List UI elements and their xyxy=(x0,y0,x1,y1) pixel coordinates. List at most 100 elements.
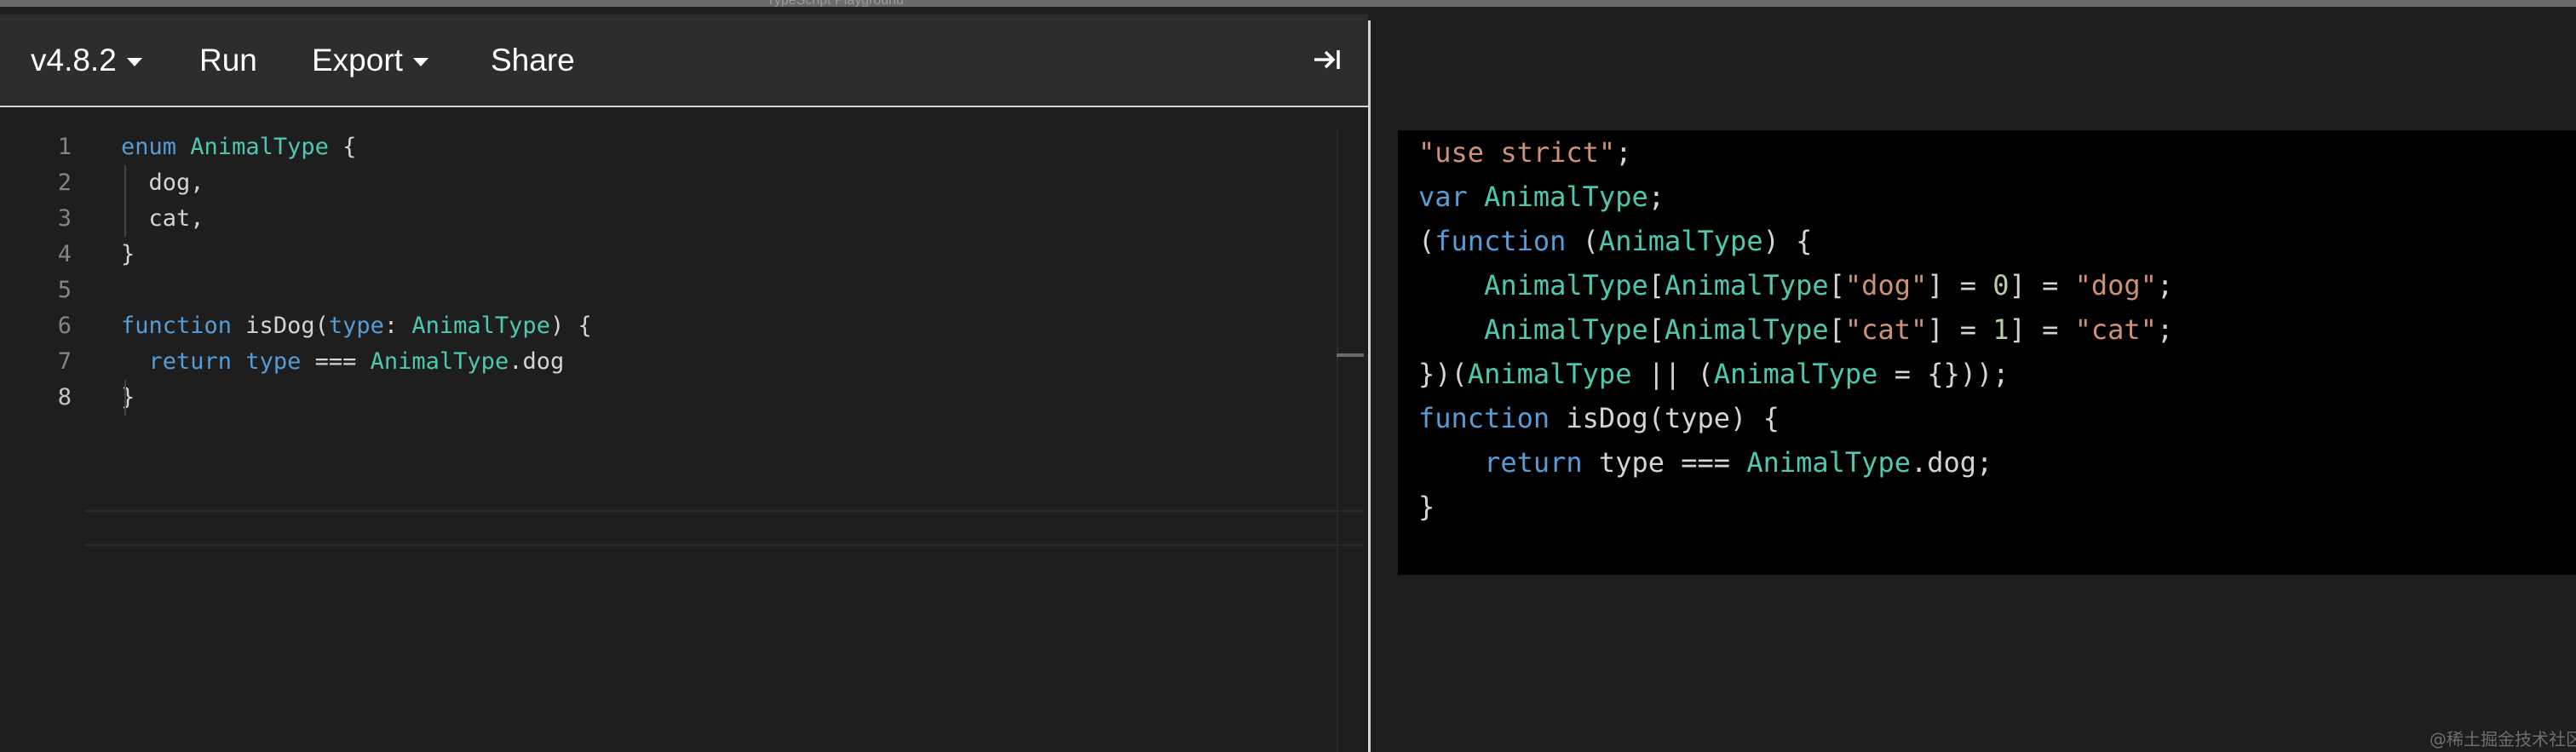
code-token: AnimalType xyxy=(1598,225,1763,257)
line-number: 2 xyxy=(57,169,72,196)
export-dropdown[interactable]: Export xyxy=(312,14,428,106)
code-token: } xyxy=(1418,491,1435,523)
current-line-highlight xyxy=(85,510,1363,546)
indent-guide xyxy=(124,165,126,237)
code-token: ; xyxy=(2156,269,2174,301)
code-token: [ xyxy=(1647,269,1665,301)
version-label: v4.8.2 xyxy=(31,43,117,77)
code-token: ) { xyxy=(549,313,592,339)
share-button[interactable]: Share xyxy=(491,14,575,106)
code-token: ( xyxy=(1418,225,1435,257)
code-token: ( xyxy=(1566,225,1599,257)
code-token: [ xyxy=(1828,313,1845,346)
code-token: || ( xyxy=(1631,358,1714,390)
window-top-strip: TypeScript Playground xyxy=(0,0,2576,8)
code-token: isDog( xyxy=(232,313,329,339)
code-token: } xyxy=(121,384,135,410)
code-token: 0 xyxy=(1992,269,2010,301)
code-token: === xyxy=(301,348,371,375)
editor-scrollbar-marker xyxy=(1337,353,1364,357)
code-line: return type === AnimalType.dog xyxy=(121,344,565,380)
code-token: function xyxy=(1435,225,1567,257)
code-token: "cat" xyxy=(2074,313,2157,346)
code-line: } xyxy=(121,380,135,416)
code-token: AnimalType xyxy=(411,313,550,339)
code-token: AnimalType xyxy=(370,348,509,375)
code-token: type xyxy=(328,313,384,339)
code-token: [ xyxy=(1647,313,1665,346)
code-token: })( xyxy=(1418,358,1468,390)
line-number: 3 xyxy=(57,205,72,232)
code-token: dog, xyxy=(121,169,204,196)
code-token: "use strict" xyxy=(1418,136,1616,169)
code-token: "cat" xyxy=(1844,313,1928,346)
code-token: ; xyxy=(2156,313,2174,346)
code-token: { xyxy=(328,134,357,160)
editor-scrollbar-track[interactable] xyxy=(1337,129,1338,752)
line-number: 5 xyxy=(57,277,72,303)
code-token: AnimalType xyxy=(1484,181,1648,213)
code-token: function xyxy=(121,313,233,339)
output-line: AnimalType[AnimalType["cat"] = 1] = "cat… xyxy=(1418,307,2173,352)
code-token: return xyxy=(148,348,233,375)
output-line: } xyxy=(1418,485,1435,529)
output-line: (function (AnimalType) { xyxy=(1418,219,1812,263)
code-token: "dog" xyxy=(2074,269,2157,301)
indent-guide xyxy=(124,380,126,416)
code-token: [ xyxy=(1828,269,1845,301)
code-token: AnimalType xyxy=(1484,269,1648,301)
code-token: ] = xyxy=(2009,313,2075,346)
line-number: 1 xyxy=(57,134,72,160)
code-token: type === xyxy=(1582,446,1747,479)
code-token: isDog(type) { xyxy=(1550,402,1780,434)
code-token: AnimalType xyxy=(1713,358,1878,390)
chevron-down-icon xyxy=(126,58,142,67)
code-token: return xyxy=(1484,446,1583,479)
code-token: AnimalType xyxy=(1467,358,1632,390)
line-number: 4 xyxy=(57,241,72,267)
code-token: function xyxy=(1418,402,1550,434)
code-token: cat, xyxy=(121,205,204,232)
code-token: ] = xyxy=(1927,313,1993,346)
code-line: enum AnimalType { xyxy=(121,129,356,165)
code-token: type xyxy=(245,348,302,375)
output-line: AnimalType[AnimalType["dog"] = 0] = "dog… xyxy=(1418,263,2173,307)
code-token: ) { xyxy=(1762,225,1813,257)
export-label: Export xyxy=(312,43,403,77)
js-output-panel: "use strict"; var AnimalType; (function (A… xyxy=(1398,130,2576,575)
line-number: 8 xyxy=(57,384,72,410)
run-button[interactable]: Run xyxy=(199,14,257,106)
code-token: AnimalType xyxy=(1746,446,1911,479)
code-token: "dog" xyxy=(1844,269,1928,301)
code-token: ; xyxy=(1615,136,1632,169)
code-token: .dog xyxy=(509,348,565,375)
code-line: dog, xyxy=(121,165,204,201)
toolbar: v4.8.2 Run Export Share xyxy=(0,14,1368,107)
chevron-down-icon xyxy=(412,58,428,67)
code-line: } xyxy=(121,237,135,273)
code-line: cat, xyxy=(121,201,204,237)
code-token: var xyxy=(1418,181,1468,213)
arrow-right-to-bar-icon[interactable] xyxy=(1313,45,1342,74)
version-dropdown[interactable]: v4.8.2 xyxy=(31,14,142,106)
code-token: .dog; xyxy=(1910,446,1993,479)
line-number: 7 xyxy=(57,348,72,375)
code-token: AnimalType xyxy=(1484,313,1648,346)
code-token: } xyxy=(121,241,135,267)
code-token: AnimalType xyxy=(190,134,329,160)
code-editor[interactable]: 1 2 3 4 5 6 7 8 enum AnimalType { dog, cat,} fun… xyxy=(0,129,1368,752)
code-token: AnimalType xyxy=(1664,269,1829,301)
output-line: "use strict"; xyxy=(1418,130,1631,175)
output-line: var AnimalType; xyxy=(1418,175,1665,219)
code-line: function isDog(type: AnimalType) { xyxy=(121,308,592,344)
code-token: AnimalType xyxy=(1664,313,1829,346)
code-token: ] = xyxy=(1927,269,1993,301)
code-token: ] = xyxy=(2009,269,2075,301)
code-token: enum xyxy=(121,134,177,160)
